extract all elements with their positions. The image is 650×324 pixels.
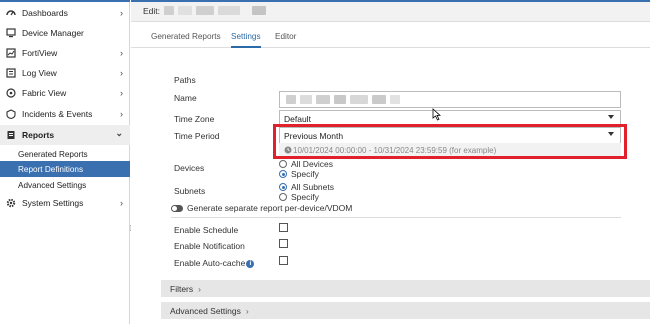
tab-settings[interactable]: Settings <box>231 26 261 48</box>
radio-button-selected <box>279 170 287 178</box>
tab-bar: Generated Reports Settings Editor <box>131 26 650 48</box>
redacted-block <box>164 6 175 15</box>
incidents-icon <box>6 109 16 119</box>
sidebar-item-fortiview[interactable]: FortiView › <box>0 43 130 63</box>
redacted-block <box>334 95 346 104</box>
sidebar-subitem-advanced-settings[interactable]: Advanced Settings <box>0 177 130 193</box>
sidebar-item-incidents-events[interactable]: Incidents & Events › <box>0 104 130 124</box>
chevron-right-icon: › <box>120 8 123 18</box>
subnets-label: Subnets <box>174 186 206 196</box>
redacted-block <box>196 6 215 15</box>
enable-notification-label: Enable Notification <box>174 241 245 251</box>
advanced-settings-section-header[interactable]: Advanced Settings › <box>161 302 650 319</box>
gear-icon <box>6 198 16 208</box>
filters-section-header[interactable]: Filters › <box>161 280 650 297</box>
redacted-block <box>316 95 330 104</box>
radio-label: All Devices <box>291 159 334 169</box>
chevron-right-icon: › <box>120 68 123 78</box>
redacted-block <box>178 6 193 15</box>
devices-label: Devices <box>174 163 205 173</box>
sidebar-item-label: FortiView <box>22 48 58 58</box>
advanced-settings-label: Advanced Settings <box>170 305 241 316</box>
sidebar-item-label: Device Manager <box>22 28 84 38</box>
sidebar-subitem-generated-reports[interactable]: Generated Reports <box>0 146 130 162</box>
filters-label: Filters <box>170 283 194 294</box>
subnets-radio-specify[interactable]: Specify <box>279 192 319 202</box>
sidebar-top-line <box>0 0 130 2</box>
chevron-right-icon: › <box>120 88 123 98</box>
sidebar-item-label: Reports <box>22 130 55 140</box>
redacted-block <box>218 6 241 15</box>
fabric-view-icon <box>6 88 16 98</box>
redacted-block <box>372 95 386 104</box>
sidebar-item-dashboards[interactable]: Dashboards › <box>0 3 130 23</box>
time-zone-value: Default <box>284 113 311 124</box>
radio-button <box>279 160 287 168</box>
sidebar-item-fabric-view[interactable]: Fabric View › <box>0 83 130 103</box>
radio-label: Specify <box>291 169 319 179</box>
devices-radio-specify[interactable]: Specify <box>279 169 319 179</box>
divider <box>171 217 621 218</box>
sidebar-item-label: Dashboards <box>22 8 68 18</box>
sidebar-item-label: Fabric View <box>22 88 67 98</box>
log-view-icon <box>6 68 16 78</box>
chevron-right-icon: › <box>120 109 123 119</box>
sidebar-item-label: Log View <box>22 68 57 78</box>
enable-autocache-checkbox[interactable] <box>279 256 288 265</box>
subnets-radio-all[interactable]: All Subnets <box>279 182 334 192</box>
chevron-down-icon: ⌄ <box>115 128 123 138</box>
redacted-block <box>252 6 267 15</box>
top-accent-line <box>131 0 650 2</box>
separate-report-toggle-row: Generate separate report per-device/VDOM <box>171 203 352 213</box>
chevron-right-icon: › <box>120 48 123 58</box>
devices-radio-all[interactable]: All Devices <box>279 159 333 169</box>
dashboard-icon <box>6 8 16 18</box>
paths-label: Paths <box>174 75 196 85</box>
sidebar-subitem-report-definitions[interactable]: Report Definitions <box>0 161 130 177</box>
redacted-block <box>286 95 296 104</box>
enable-schedule-label: Enable Schedule <box>174 225 239 235</box>
chevron-right-icon: › <box>245 305 249 316</box>
reports-icon <box>6 130 16 140</box>
chevron-right-icon: › <box>120 198 123 208</box>
radio-label: Specify <box>291 192 319 202</box>
name-input[interactable] <box>279 91 621 108</box>
sidebar-item-log-view[interactable]: Log View › <box>0 63 130 83</box>
tab-editor[interactable]: Editor <box>275 26 296 48</box>
enable-notification-checkbox[interactable] <box>279 239 288 248</box>
chevron-right-icon: › <box>198 283 201 294</box>
enable-schedule-checkbox[interactable] <box>279 223 288 232</box>
main-panel: Edit: Generated Reports Settings Editor … <box>131 0 650 324</box>
info-icon[interactable]: i <box>246 259 255 268</box>
toggle-label: Generate separate report per-device/VDOM <box>187 203 353 213</box>
tab-generated-reports[interactable]: Generated Reports <box>151 26 221 48</box>
sidebar: Dashboards › Device Manager FortiView › … <box>0 0 130 324</box>
radio-button <box>279 193 287 201</box>
sidebar-item-system-settings[interactable]: System Settings › <box>0 193 130 213</box>
sidebar-item-label: System Settings <box>22 198 84 208</box>
caret-down-icon <box>608 115 614 119</box>
sidebar-item-label: Incidents & Events <box>22 109 93 119</box>
redacted-block <box>390 95 400 104</box>
device-manager-icon <box>6 28 16 38</box>
red-highlight-box <box>273 124 627 159</box>
sidebar-item-device-manager[interactable]: Device Manager <box>0 23 130 43</box>
edit-header: Edit: <box>131 0 650 22</box>
sidebar-item-reports[interactable]: Reports ⌄ <box>0 125 130 145</box>
enable-autocache-label: Enable Auto-cache <box>174 258 246 268</box>
time-zone-label: Time Zone <box>174 114 215 124</box>
radio-label: All Subnets <box>291 182 334 192</box>
enable-autocache-row: Enable Auto-cache i <box>174 258 255 268</box>
toggle-switch[interactable] <box>171 204 183 212</box>
fortiview-icon <box>6 48 16 58</box>
name-label: Name <box>174 93 197 103</box>
edit-label: Edit: <box>143 5 161 16</box>
radio-button-selected <box>279 183 287 191</box>
time-period-label: Time Period <box>174 131 220 141</box>
redacted-block <box>300 95 312 104</box>
redacted-block <box>350 95 368 104</box>
